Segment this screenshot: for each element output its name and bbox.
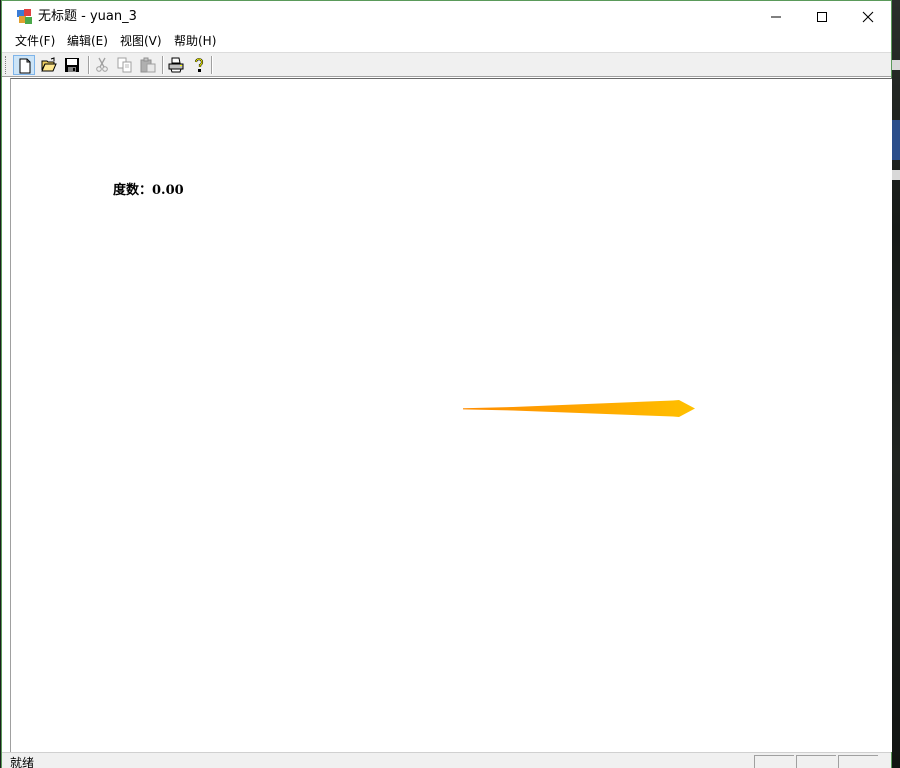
degree-readout: 度数：0.00 [113,183,184,198]
drawing-canvas[interactable]: 度数：0.00 [10,78,892,752]
menu-edit[interactable]: 编辑(E) [67,34,108,49]
copy-icon [117,57,132,73]
cut-icon [96,57,108,72]
help-button[interactable] [188,55,210,75]
toolbar-separator [211,56,213,74]
print-button[interactable] [165,55,187,75]
menu-file[interactable]: 文件(F) [15,34,55,49]
save-icon [65,58,79,72]
app-icon [17,9,32,24]
help-icon [194,58,204,72]
desktop-background [892,0,900,768]
menu-bar: 文件(F) 编辑(E) 视图(V) 帮助(H) [2,32,891,51]
menu-view[interactable]: 视图(V) [120,34,162,49]
minimize-button[interactable] [753,1,799,32]
desktop-fragment [892,60,900,70]
paste-button[interactable] [137,55,159,75]
maximize-icon [817,12,827,22]
close-button[interactable] [845,1,891,32]
save-button[interactable] [61,55,83,75]
status-pane [796,755,836,768]
copy-button[interactable] [114,55,136,75]
open-button[interactable] [38,55,60,75]
status-pane [838,755,878,768]
new-file-icon [19,58,31,74]
desktop-fragment [892,170,900,180]
status-text: 就绪 [10,756,35,768]
dial-needle [463,400,695,417]
new-button[interactable] [13,55,35,75]
status-bar: 就绪 [2,752,891,768]
window-title: 无标题 - yuan_3 [38,9,137,24]
open-folder-icon [41,57,57,72]
app-window: 无标题 - yuan_3 文件(F) 编辑(E) 视图(V) 帮助(H) 度数：… [1,0,892,768]
status-pane [754,755,794,768]
paste-icon [140,57,156,73]
toolbar-separator [162,56,164,74]
minimize-icon [771,16,781,18]
maximize-button[interactable] [799,1,845,32]
toolbar-grip[interactable] [5,56,8,74]
menu-help[interactable]: 帮助(H) [174,34,216,49]
desktop-icon-fragment [892,120,900,160]
close-icon [862,11,874,23]
title-bar[interactable]: 无标题 - yuan_3 [2,1,891,32]
print-icon [168,57,184,73]
cut-button[interactable] [91,55,113,75]
toolbar-separator [88,56,90,74]
toolbar [2,52,891,77]
